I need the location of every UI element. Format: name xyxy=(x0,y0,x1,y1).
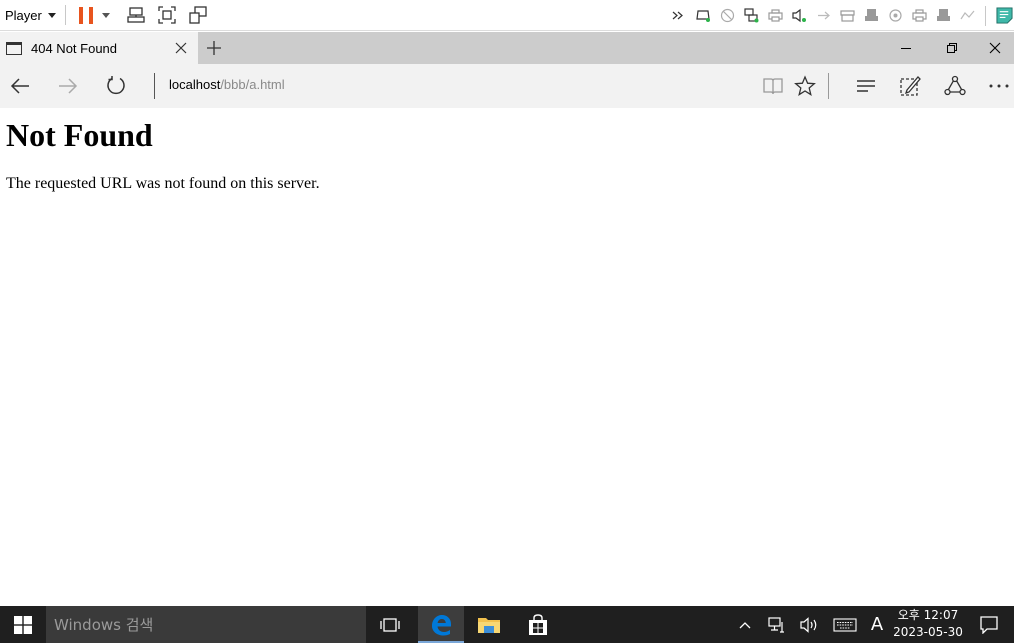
store-button[interactable] xyxy=(515,606,561,643)
pause-dropdown-icon[interactable] xyxy=(101,12,110,18)
input-language-indicator[interactable]: A xyxy=(866,606,888,643)
taskbar-search[interactable]: Windows 검색 xyxy=(46,606,366,643)
favorite-star-icon[interactable] xyxy=(794,75,816,97)
notification-icon xyxy=(980,615,998,634)
camera-icon[interactable] xyxy=(887,8,903,24)
network-adapter-icon[interactable] xyxy=(743,8,759,24)
refresh-icon[interactable] xyxy=(105,75,127,97)
web-note-icon[interactable] xyxy=(899,75,921,97)
clock-time: 오후 12:07 xyxy=(897,608,959,622)
network-icon xyxy=(768,616,784,633)
reading-view-icon[interactable] xyxy=(762,75,784,97)
error-message: The requested URL was not found on this … xyxy=(6,175,320,192)
player-menu-label: Player xyxy=(5,7,42,23)
usb-device-icon[interactable] xyxy=(959,8,975,24)
url-host: localhost xyxy=(169,77,221,92)
floppy-icon[interactable] xyxy=(839,8,855,24)
edge-app-button[interactable] xyxy=(418,606,464,643)
device-icons xyxy=(671,0,1014,31)
page-heading: Not Found xyxy=(6,117,153,153)
edge-browser-icon xyxy=(432,614,451,635)
navigation-bar: localhost/bbb/a.html xyxy=(0,64,1014,108)
usb-drive-icon[interactable] xyxy=(863,8,879,24)
send-ctrl-alt-del-icon[interactable] xyxy=(127,6,145,24)
unity-icon[interactable] xyxy=(189,6,207,24)
vm-toolbar: Player xyxy=(0,0,1014,31)
minimize-button[interactable] xyxy=(883,32,929,64)
clock-date: 2023-05-30 xyxy=(893,625,963,639)
show-hidden-icons-button[interactable] xyxy=(734,606,756,643)
taskbar: Windows 검색 A 오후 12:07 2023-05-30 xyxy=(0,606,1014,643)
start-button[interactable] xyxy=(0,606,46,643)
page-content: Not Found The requested URL was not foun… xyxy=(0,108,1014,606)
close-icon xyxy=(989,42,1000,54)
address-bar[interactable]: localhost/bbb/a.html xyxy=(169,77,285,92)
restore-icon xyxy=(947,43,957,53)
toolbar-divider xyxy=(828,73,829,99)
usb-icon[interactable] xyxy=(815,8,831,24)
printer-icon[interactable] xyxy=(767,8,783,24)
more-options-icon[interactable] xyxy=(988,75,1010,97)
taskbar-clock[interactable]: 오후 12:07 2023-05-30 xyxy=(892,607,964,643)
task-view-button[interactable] xyxy=(367,606,413,643)
store-bag-icon xyxy=(529,613,547,635)
message-icon[interactable] xyxy=(995,7,1013,25)
restore-button[interactable] xyxy=(929,32,975,64)
search-placeholder: Windows 검색 xyxy=(54,616,154,634)
url-path: /bbb/a.html xyxy=(220,77,285,92)
windows-logo-icon xyxy=(14,615,32,634)
hub-icon[interactable] xyxy=(855,75,877,97)
tab-404-not-found[interactable]: 404 Not Found xyxy=(0,32,198,64)
volume-tray-button[interactable] xyxy=(798,606,822,643)
touch-keyboard-button[interactable] xyxy=(832,606,858,643)
sound-card-icon[interactable] xyxy=(791,8,807,24)
network-tray-button[interactable] xyxy=(766,606,788,643)
more-devices-icon[interactable] xyxy=(671,8,687,24)
toolbar-divider xyxy=(64,5,66,25)
tab-title: 404 Not Found xyxy=(31,40,118,56)
hard-disk-icon[interactable] xyxy=(695,8,711,24)
new-tab-icon[interactable] xyxy=(206,40,222,56)
fullscreen-icon[interactable] xyxy=(158,6,176,24)
pause-icon[interactable] xyxy=(78,6,93,24)
back-arrow-icon[interactable] xyxy=(9,75,31,97)
printer2-icon[interactable] xyxy=(911,8,927,24)
usb-drive2-icon[interactable] xyxy=(935,8,951,24)
chevron-up-icon xyxy=(739,621,751,628)
close-window-button[interactable] xyxy=(975,32,1014,64)
cd-dvd-icon[interactable] xyxy=(719,8,735,24)
page-icon xyxy=(6,41,22,55)
chevron-down-icon xyxy=(47,12,56,18)
tab-bar: 404 Not Found xyxy=(0,32,1014,64)
action-center-button[interactable] xyxy=(974,606,1004,643)
task-view-icon xyxy=(380,617,400,632)
ime-label: A xyxy=(870,614,884,635)
address-divider xyxy=(154,73,155,99)
minimize-icon xyxy=(901,48,911,49)
file-explorer-button[interactable] xyxy=(466,606,512,643)
player-menu[interactable]: Player xyxy=(5,4,56,26)
toolbar-divider xyxy=(985,5,986,26)
speaker-icon xyxy=(800,616,817,633)
close-tab-icon[interactable] xyxy=(174,41,188,55)
share-icon[interactable] xyxy=(944,75,966,97)
keyboard-icon xyxy=(833,617,857,632)
forward-arrow-icon[interactable] xyxy=(57,75,79,97)
folder-icon xyxy=(478,617,500,633)
